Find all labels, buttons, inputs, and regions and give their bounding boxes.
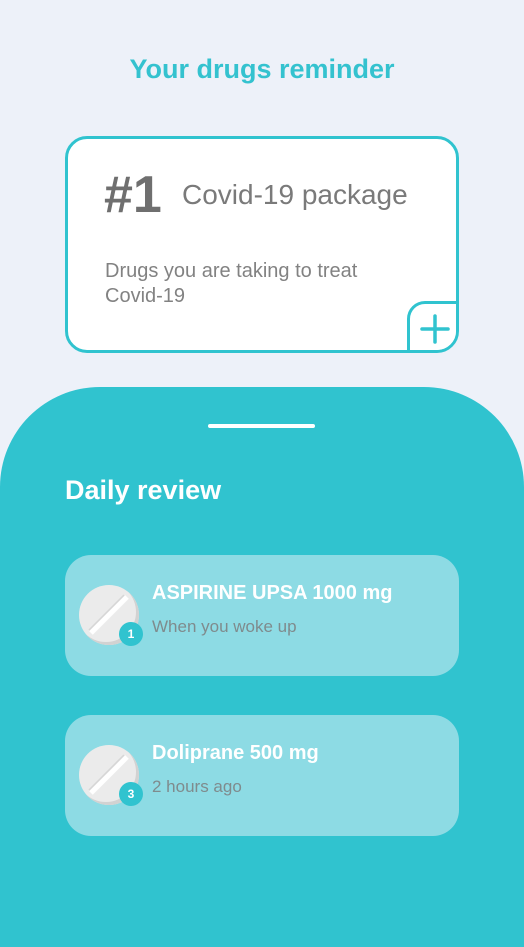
plus-icon [420, 314, 450, 344]
package-number: #1 [104, 166, 162, 224]
package-card[interactable]: #1 Covid-19 package Drugs you are taking… [65, 136, 459, 353]
daily-review-sheet: Daily review 1 ASPIRINE UPSA 1000 mg Whe… [0, 387, 524, 947]
section-title: Daily review [65, 475, 222, 505]
dose-count-badge: 3 [119, 782, 143, 806]
package-description: Drugs you are taking to treat Covid-19 [105, 260, 358, 307]
dose-count-badge: 1 [119, 622, 143, 646]
drug-name: ASPIRINE UPSA 1000 mg [152, 582, 393, 604]
drug-time: 2 hours ago [152, 777, 242, 796]
add-drug-button[interactable] [407, 301, 456, 350]
sheet-drag-handle[interactable] [208, 424, 315, 428]
drug-card[interactable]: 1 ASPIRINE UPSA 1000 mg When you woke up [65, 555, 459, 676]
package-title: Covid-19 package [182, 179, 408, 210]
drug-time: When you woke up [152, 617, 297, 636]
drug-name: Doliprane 500 mg [152, 742, 319, 764]
page-title: Your drugs reminder [129, 54, 395, 84]
drug-card[interactable]: 3 Doliprane 500 mg 2 hours ago [65, 715, 459, 836]
